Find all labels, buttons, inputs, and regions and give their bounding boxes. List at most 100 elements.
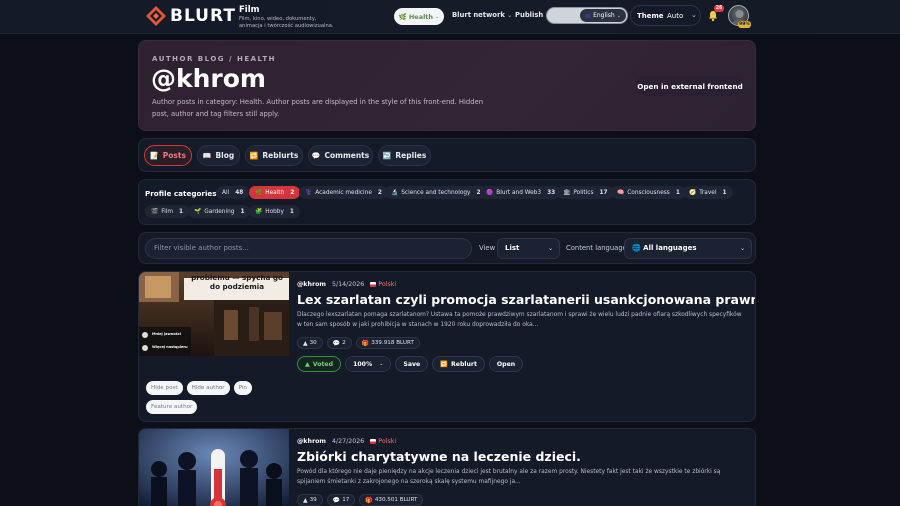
community-subtitle: Film, kino, wideo, dokumenty, animacja i… bbox=[239, 16, 334, 29]
post-thumbnail[interactable]: problemu — spycha go do podziemia Mniej … bbox=[139, 272, 289, 356]
chip-label: Politics bbox=[573, 189, 594, 196]
category-chip-all[interactable]: All 48 bbox=[216, 186, 250, 199]
vote-weight-select[interactable]: 100% ⌄ bbox=[345, 356, 392, 372]
post-author[interactable]: @khrom bbox=[297, 438, 326, 445]
compass-icon: 🧭 bbox=[689, 189, 697, 196]
category-chip-blurt-web3[interactable]: 🟣 Blurt and Web3 33 bbox=[480, 186, 562, 199]
speech-bubble-icon: 💬 bbox=[332, 339, 341, 347]
logo-text: BLURT bbox=[170, 6, 236, 26]
vote-count: ▲ 30 bbox=[297, 337, 323, 349]
chevron-down-icon: ⌄ bbox=[739, 245, 745, 252]
feature-author-button[interactable]: Feature author bbox=[146, 400, 198, 414]
author-description: Author posts in category: Health. Author… bbox=[152, 98, 484, 118]
category-chip-academic-medicine[interactable]: ⚕️ Academic medicine 2 bbox=[299, 186, 388, 199]
reblurt-button[interactable]: 🔁 Reblurt bbox=[432, 356, 485, 372]
category-chip-travel[interactable]: 🧭 Travel 1 bbox=[683, 186, 733, 199]
repeat-icon: 🔁 bbox=[440, 361, 448, 368]
language-current[interactable]: English ⌄ bbox=[580, 9, 626, 22]
vote-count: ▲ 39 bbox=[297, 494, 323, 506]
post-excerpt: Dlaczego lexszarlatan pomaga szarlatanom… bbox=[297, 312, 742, 328]
health-category-pill[interactable]: 🌿 Health ⌄ bbox=[394, 8, 444, 25]
pin-button[interactable]: Pin bbox=[233, 381, 252, 395]
language-selector[interactable]: English ⌄ bbox=[546, 7, 628, 24]
tab-label: Reblurts bbox=[262, 151, 299, 160]
filter-posts-input[interactable]: Filter visible author posts... bbox=[145, 238, 472, 259]
upvote-icon: ▲ bbox=[305, 360, 310, 368]
post-title[interactable]: Lex szarlatan czyli promocja szarlataner… bbox=[297, 292, 755, 307]
theme-selector[interactable]: Theme Auto ⌄ bbox=[630, 5, 701, 26]
profile-categories: Profile categories: All 48 🌿 Health 2 ⚕️… bbox=[138, 179, 756, 225]
health-label: Health bbox=[408, 12, 434, 21]
post-thumbnail[interactable] bbox=[139, 429, 289, 506]
chip-count: 1 bbox=[289, 208, 294, 215]
post-stats: ▲ 30 💬 2 🎁 339.918 BLURT bbox=[297, 337, 420, 349]
category-chip-science[interactable]: 🔬 Science and technology 2 bbox=[385, 186, 487, 199]
blurt-icon: 🟣 bbox=[486, 189, 494, 196]
chevron-down-icon: ⌄ bbox=[691, 11, 697, 19]
categories-title: Profile categories: bbox=[145, 189, 220, 198]
chip-count: 1 bbox=[179, 208, 184, 215]
tab-reblurts[interactable]: 🔁 Reblurts bbox=[245, 145, 303, 166]
theme-value: Auto bbox=[667, 12, 684, 20]
chevron-down-icon: ⌄ bbox=[507, 12, 513, 19]
tab-comments[interactable]: 💬 Comments bbox=[308, 145, 373, 166]
category-chip-politics[interactable]: 🏛 Politics 17 bbox=[557, 186, 614, 199]
post-language: Polski bbox=[370, 438, 396, 445]
category-chip-health[interactable]: 🌿 Health 2 bbox=[249, 186, 301, 199]
moderation-actions: Hide post Hide author Pin bbox=[146, 381, 252, 395]
view-select[interactable]: List ⌄ bbox=[497, 238, 560, 259]
post-card: problemu — spycha go do podziemia Mniej … bbox=[138, 271, 756, 422]
gift-icon: 🎁 bbox=[361, 339, 370, 347]
category-chip-film[interactable]: 🎬 Film 1 bbox=[145, 205, 190, 218]
tab-blog[interactable]: 📖 Blog bbox=[197, 145, 240, 166]
view-value: List bbox=[505, 244, 520, 252]
chevron-down-icon: ⌄ bbox=[435, 13, 440, 20]
language-label: Polski bbox=[378, 281, 397, 288]
puzzle-icon: 🧩 bbox=[255, 208, 263, 215]
view-label: View bbox=[479, 244, 496, 252]
post-stats: ▲ 39 💬 17 🎁 430.501 BLURT bbox=[297, 494, 424, 506]
chip-label: Academic medicine bbox=[315, 189, 372, 196]
hide-author-button[interactable]: Hide author bbox=[186, 381, 230, 395]
comment-count-value: 17 bbox=[342, 497, 350, 503]
hide-post-button[interactable]: Hide post bbox=[146, 381, 183, 395]
chip-label: All bbox=[222, 189, 230, 196]
chip-label: Science and technology bbox=[401, 189, 471, 196]
category-chip-consciousness[interactable]: 🧠 Consciousness 1 bbox=[611, 186, 686, 199]
post-title[interactable]: Zbiórki charytatywne na leczenie dzieci. bbox=[297, 449, 752, 464]
category-chip-hobby[interactable]: 🧩 Hobby 1 bbox=[249, 205, 300, 218]
vote-count-value: 30 bbox=[309, 340, 317, 346]
author-header-card: AUTHOR BLOG / HEALTH @khrom Author posts… bbox=[138, 40, 756, 131]
tab-posts[interactable]: 📝 Posts bbox=[144, 145, 192, 166]
blurt-logo-icon bbox=[146, 6, 166, 26]
comment-count: 💬 17 bbox=[326, 494, 356, 506]
category-chip-gardening[interactable]: 🌱 Gardening 1 bbox=[188, 205, 251, 218]
leaf-icon: 🌿 bbox=[398, 12, 407, 21]
open-button[interactable]: Open bbox=[488, 356, 524, 372]
blurt-logo[interactable]: BLURT bbox=[146, 6, 236, 26]
post-author[interactable]: @khrom bbox=[297, 281, 326, 288]
post-meta: @khrom 5/14/2026 Polski bbox=[297, 281, 396, 288]
chip-label: Blurt and Web3 bbox=[496, 189, 542, 196]
top-bar: BLURT Film Film, kino, wideo, dokumenty,… bbox=[0, 0, 900, 34]
chip-label: Travel bbox=[699, 189, 717, 196]
gift-icon: 🎁 bbox=[365, 496, 373, 504]
community-info: Film Film, kino, wideo, dokumenty, anima… bbox=[239, 5, 339, 29]
uk-flag-icon bbox=[585, 13, 592, 18]
blurt-network-menu[interactable]: Blurt network ⌄ bbox=[452, 11, 512, 19]
globe-icon: 🌐 bbox=[632, 244, 641, 252]
save-button[interactable]: Save bbox=[395, 356, 429, 372]
author-tabs: 📝 Posts 📖 Blog 🔁 Reblurts 💬 Comments ↩️ … bbox=[138, 138, 756, 172]
book-icon: 📖 bbox=[202, 151, 212, 160]
voted-button[interactable]: ▲ Voted bbox=[297, 356, 342, 372]
clapper-icon: 🎬 bbox=[151, 208, 159, 215]
open-external-frontend-button[interactable]: Open in external frontend bbox=[636, 76, 744, 96]
content-language-select[interactable]: 🌐 All languages ⌄ bbox=[624, 238, 752, 259]
breadcrumb: AUTHOR BLOG / HEALTH bbox=[152, 55, 276, 63]
chip-count: 1 bbox=[722, 189, 727, 196]
tab-label: Replies bbox=[395, 151, 427, 160]
tab-replies[interactable]: ↩️ Replies bbox=[378, 145, 431, 166]
chip-count: 17 bbox=[599, 189, 608, 196]
vote-weight-value: 100% bbox=[353, 360, 373, 368]
publish-link[interactable]: Publish bbox=[515, 11, 543, 19]
